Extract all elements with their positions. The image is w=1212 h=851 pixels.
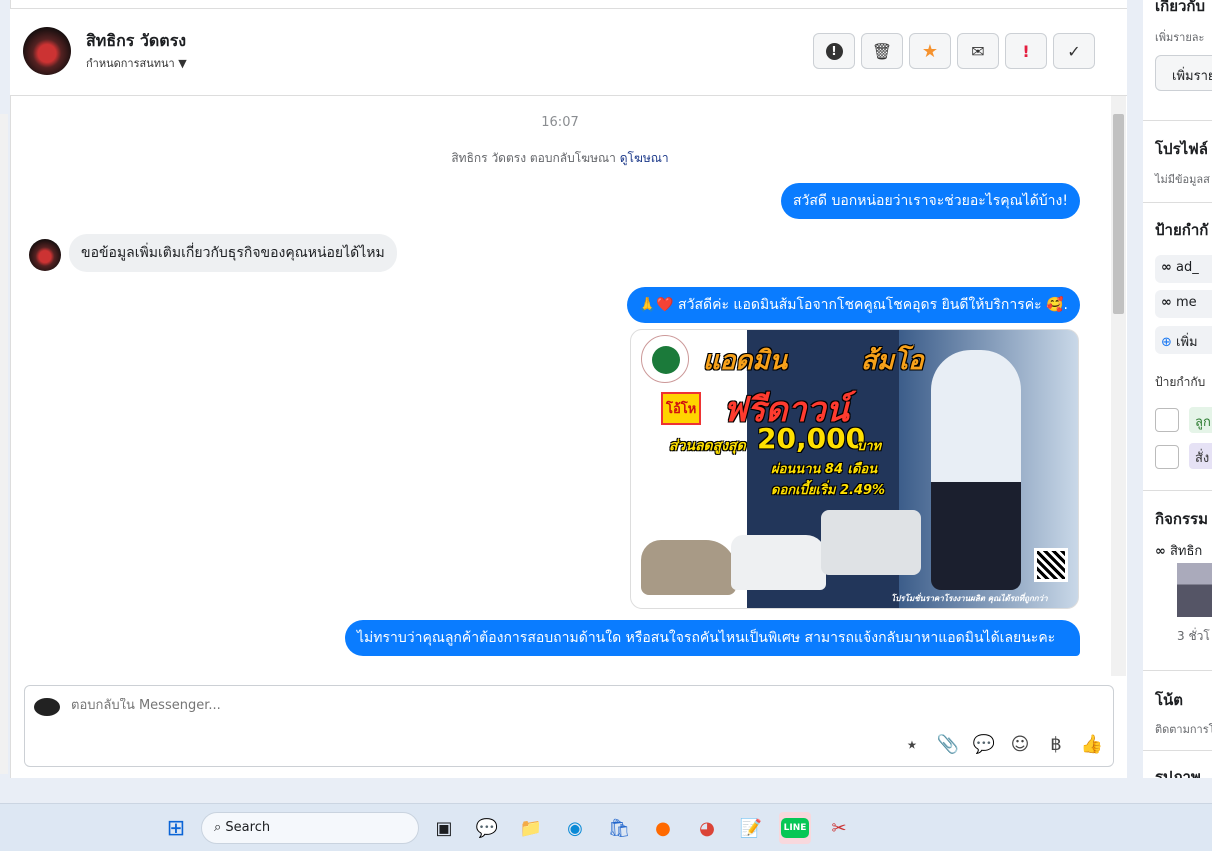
- notepad-icon[interactable]: 📝: [735, 812, 767, 844]
- conversation-settings-dropdown[interactable]: กำหนดการสนทนา ▼: [86, 54, 187, 72]
- chat-app-icon[interactable]: 💬: [471, 812, 503, 844]
- page-avatar: [34, 698, 60, 716]
- reply-composer: ⭑ 📎 💬 ☺ ฿ 👍: [24, 685, 1114, 767]
- message-outgoing: 🙏❤️ สวัสดีค่ะ แอดมินส้มโอจากโชคคูณโชคอุด…: [626, 287, 1080, 323]
- ad-title: แอดมิน: [703, 346, 788, 376]
- car-pickup-cage: [821, 510, 921, 575]
- profile-title: โปรไฟล์: [1155, 140, 1208, 158]
- store-icon[interactable]: 🛍: [603, 812, 635, 844]
- file-explorer-icon[interactable]: 📁: [515, 812, 547, 844]
- message-outgoing: ไม่ทราบว่าคุณลูกค้าต้องการสอบถามด้านใด ห…: [345, 620, 1080, 656]
- add-details-button[interactable]: เพิ่มราย: [1155, 55, 1212, 91]
- ad-burst: โอ้โห: [661, 392, 702, 425]
- activity-time: 3 ชั่วโ: [1177, 629, 1210, 643]
- label-tag[interactable]: ลูก: [1189, 407, 1212, 433]
- ad-discount-value: 20,000: [757, 422, 866, 455]
- ad-interest: ดอกเบี้ยเริ่ม 2.49%: [771, 483, 886, 498]
- meta-icon: ∞: [1161, 295, 1172, 310]
- star-icon: ★: [921, 40, 939, 62]
- reply-input[interactable]: [71, 698, 871, 713]
- label-chip[interactable]: ∞ me: [1155, 290, 1212, 318]
- scrollbar-thumb[interactable]: [1113, 114, 1124, 314]
- saved-reply-icon[interactable]: ⭑: [900, 732, 924, 756]
- ad-installment: ผ่อนนาน 84 เดือน: [771, 462, 878, 477]
- about-subtitle: เพิ่มรายละ: [1155, 31, 1205, 44]
- meta-icon: ∞: [1155, 544, 1166, 559]
- avatar[interactable]: [23, 27, 71, 75]
- qr-code: [1034, 548, 1068, 582]
- edge-icon[interactable]: ◉: [559, 812, 591, 844]
- ad-footer: โปรโมชั่นราคาโรงงานผลิต คุณได้รถที่ถูกกว…: [891, 594, 1048, 603]
- ad-image[interactable]: แอดมิน ส้มโอ โอ้โห ฟรีดาวน์ ส่วนลดสูงสุด…: [630, 329, 1079, 609]
- dealer-logo: [641, 335, 689, 383]
- search-icon: ⌕: [214, 820, 222, 835]
- chrome-icon[interactable]: ◕: [691, 812, 723, 844]
- label-checkbox[interactable]: [1155, 408, 1179, 432]
- ad-reply-notice: สิทธิกร วัดตรง ตอบกลับโฆษณา ดูโฆษณา: [10, 149, 1110, 168]
- timestamp: 16:07: [541, 115, 579, 130]
- important-button[interactable]: !: [1005, 33, 1047, 69]
- alert-icon: !: [825, 42, 843, 60]
- activity-title: กิจกรรม: [1155, 510, 1208, 528]
- mark-unread-button[interactable]: ✉: [957, 33, 999, 69]
- line-app-icon[interactable]: LINE: [779, 812, 811, 844]
- caret-down-icon: ▼: [178, 57, 187, 70]
- activity-item[interactable]: ∞ สิทธิก: [1155, 540, 1202, 561]
- message-outgoing: สวัสดี บอกหน่อยว่าเราจะช่วยอะไรคุณได้บ้า…: [780, 183, 1080, 219]
- emoji-icon[interactable]: ☺: [1008, 732, 1032, 756]
- presenter-photo: [931, 350, 1021, 590]
- notes-title: โน้ต: [1155, 691, 1184, 709]
- check-icon: ✓: [1067, 41, 1081, 61]
- label-chip-text: ad_: [1175, 260, 1199, 275]
- label-checkbox[interactable]: [1155, 445, 1179, 469]
- activity-thumbnail[interactable]: [1177, 563, 1212, 617]
- like-icon[interactable]: 👍: [1080, 732, 1104, 756]
- profile-subtitle: ไม่มีข้อมูลส: [1155, 173, 1210, 186]
- meta-icon: ∞: [1161, 260, 1172, 275]
- label-chip-text: me: [1175, 295, 1197, 310]
- report-button[interactable]: !: [813, 33, 855, 69]
- photos-title: รูปภาพ: [1155, 768, 1201, 778]
- done-button[interactable]: ✓: [1053, 33, 1095, 69]
- add-label-text: เพิ่ม: [1176, 335, 1198, 350]
- labels-subtitle: ป้ายกำกับ: [1155, 375, 1206, 389]
- labels-title: ป้ายกำกั: [1155, 221, 1209, 239]
- snipping-tool-icon[interactable]: ✂: [823, 812, 855, 844]
- envelope-icon: ✉: [971, 41, 985, 61]
- contact-details-panel: เกี่ยวกับ เพิ่มรายละ เพิ่มราย โปรไฟล์ ไม…: [1143, 0, 1212, 778]
- task-view-icon[interactable]: ▣: [428, 812, 460, 844]
- attachment-icon[interactable]: 📎: [936, 732, 960, 756]
- activity-text: สิทธิก: [1169, 544, 1203, 559]
- ad-title-2: ส้มโอ: [861, 346, 924, 376]
- left-scrollbar[interactable]: [0, 114, 8, 774]
- conversation-header: สิทธิกร วัดตรง กำหนดการสนทนา ▼ ! 🗑 ★ ✉ !…: [10, 8, 1127, 96]
- windows-start-icon[interactable]: ⊞: [160, 812, 192, 844]
- about-title: เกี่ยวกับ: [1155, 0, 1206, 15]
- taskbar-search[interactable]: ⌕ Search: [201, 812, 419, 844]
- car-sedan: [641, 540, 736, 595]
- plus-circle-icon: ⊕: [1161, 335, 1172, 350]
- label-tag[interactable]: สั่ง: [1189, 443, 1212, 469]
- view-ad-link[interactable]: ดูโฆษณา: [620, 151, 669, 165]
- notes-subtitle: ติดตามการโ: [1155, 723, 1212, 736]
- chat-dots-icon[interactable]: 💬: [972, 732, 996, 756]
- message-incoming: ขอข้อมูลเพิ่มเติมเกี่ยวกับธุรกิจของคุณหน…: [69, 234, 397, 272]
- firefox-icon[interactable]: ●: [647, 812, 679, 844]
- settings-label: กำหนดการสนทนา: [86, 57, 175, 70]
- baht-icon[interactable]: ฿: [1044, 732, 1068, 756]
- exclamation-icon: !: [1022, 41, 1030, 61]
- car-pickup: [731, 535, 826, 590]
- ad-discount-label: ส่วนลดสูงสุด: [669, 438, 746, 454]
- ad-reply-text: สิทธิกร วัดตรง ตอบกลับโฆษณา: [451, 151, 616, 165]
- delete-button[interactable]: 🗑: [861, 33, 903, 69]
- contact-avatar: [29, 239, 61, 271]
- add-label-button[interactable]: ⊕ เพิ่ม: [1155, 326, 1212, 354]
- search-label: Search: [225, 820, 271, 835]
- label-chip[interactable]: ∞ ad_: [1155, 255, 1212, 283]
- ad-currency: บาท: [857, 439, 882, 454]
- taskbar: ⊞ ⌕ Search ▣ 💬 📁 ◉ 🛍 ● ◕ 📝 LINE ✂: [0, 803, 1212, 851]
- contact-name[interactable]: สิทธิกร วัดตรง: [86, 29, 186, 54]
- trash-icon: 🗑: [871, 41, 893, 61]
- star-button[interactable]: ★: [909, 33, 951, 69]
